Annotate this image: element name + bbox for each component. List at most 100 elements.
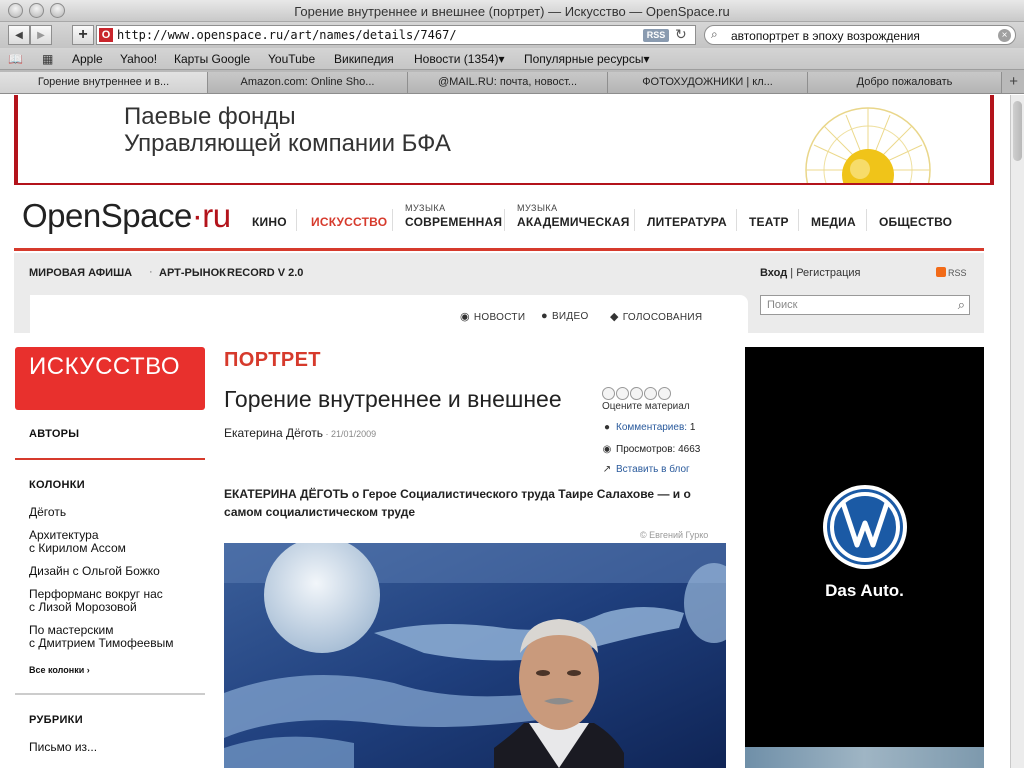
- banner-text: Паевые фонды Управляющей компании БФА: [124, 103, 451, 157]
- bookmark-youtube[interactable]: YouTube: [268, 52, 315, 66]
- bookmarks-bar: 📖 ▦ Apple Yahoo! Карты Google YouTube Ви…: [0, 48, 1024, 70]
- tab-openspace[interactable]: Горение внутреннее и в...: [0, 72, 208, 93]
- url-text: http://www.openspace.ru/art/names/detail…: [117, 28, 457, 42]
- feature-video[interactable]: ● ВИДЕО: [541, 310, 589, 322]
- sidebar-column-item[interactable]: Перформанс вокруг нас с Лизой Морозовой: [29, 588, 205, 614]
- nav-divider: [736, 209, 737, 231]
- login-links: Вход | Регистрация: [760, 267, 861, 279]
- rss-badge-button[interactable]: RSS: [643, 29, 669, 42]
- bookmark-popular[interactable]: Популярные ресурсы▾: [524, 52, 650, 66]
- column-line1: Дизайн с Ольгой Божко: [29, 564, 160, 578]
- bookmark-google-maps[interactable]: Карты Google: [174, 52, 250, 66]
- sidebar-columns-title: КОЛОНКИ: [29, 479, 85, 491]
- site-logo[interactable]: OpenSpace·ru: [22, 197, 231, 235]
- tab-welcome[interactable]: Добро пожаловать: [808, 72, 1002, 93]
- views-label: Просмотров:: [616, 444, 676, 455]
- sidebar-authors[interactable]: АВТОРЫ: [29, 428, 79, 440]
- nav-divider: [866, 209, 867, 231]
- article-photo[interactable]: [224, 543, 726, 768]
- sidebar-column-item[interactable]: По мастерским с Дмитрием Тимофеевым: [29, 624, 205, 650]
- tab-mail-ru[interactable]: @MAIL.RU: почта, новост...: [408, 72, 608, 93]
- subnav-art-market[interactable]: АРТ-РЫНОК: [159, 267, 226, 279]
- feature-polls[interactable]: ◆ ГОЛОСОВАНИЯ: [610, 310, 702, 323]
- comments-count: 1: [689, 422, 696, 433]
- clear-search-icon[interactable]: ×: [998, 29, 1011, 42]
- nav-divider: [504, 209, 505, 231]
- forward-button[interactable]: ▶: [30, 25, 52, 45]
- nav-iskusstvo[interactable]: ИСКУССТВО: [311, 215, 387, 229]
- share-icon: ↗: [602, 464, 612, 475]
- browser-toolbar: ◀ ▶ + O http://www.openspace.ru/art/name…: [0, 22, 1024, 48]
- comments-label[interactable]: Комментариев:: [616, 422, 687, 433]
- rating-star-icon[interactable]: [630, 387, 643, 400]
- feature-polls-label: ГОЛОСОВАНИЯ: [622, 312, 703, 323]
- site-search-icon[interactable]: ⌕: [958, 297, 965, 313]
- reload-icon[interactable]: ↻: [675, 26, 687, 43]
- article-rubric[interactable]: ПОРТРЕТ: [224, 349, 321, 372]
- article-author[interactable]: Екатерина Дёготь: [224, 426, 323, 440]
- back-button[interactable]: ◀: [8, 25, 30, 45]
- rss-link[interactable]: RSS: [936, 267, 967, 278]
- nav-divider: [392, 209, 393, 231]
- sidebar-divider: [15, 458, 205, 460]
- vertical-scrollbar[interactable]: [1010, 95, 1024, 768]
- rating-star-icon[interactable]: [644, 387, 657, 400]
- site-search-placeholder: Поиск: [767, 299, 798, 311]
- banner-line-2: Управляющей компании БФА: [124, 130, 451, 157]
- sidebar-column-item[interactable]: Архитектура с Кирилом Ассом: [29, 529, 205, 555]
- register-link[interactable]: Регистрация: [796, 267, 860, 279]
- top-banner-ad[interactable]: Паевые фонды Управляющей компании БФА: [14, 95, 994, 185]
- rating-star-icon[interactable]: [616, 387, 629, 400]
- tab-photo[interactable]: ФОТОХУДОЖНИКИ | кл...: [608, 72, 808, 93]
- address-bar[interactable]: O http://www.openspace.ru/art/names/deta…: [96, 25, 696, 45]
- rating-star-icon[interactable]: [602, 387, 615, 400]
- nav-akademicheskaya[interactable]: АКАДЕМИЧЕСКАЯ: [517, 215, 630, 229]
- tab-bar: Горение внутреннее и в... Amazon.com: On…: [0, 70, 1024, 94]
- sidebar-divider: [15, 693, 205, 695]
- bookmark-apple[interactable]: Apple: [72, 52, 103, 66]
- web-page: Паевые фонды Управляющей компании БФА Op…: [0, 95, 1010, 768]
- embed-blog-link[interactable]: Вставить в блог: [616, 464, 690, 475]
- new-tab-icon[interactable]: +: [1009, 73, 1018, 90]
- comment-icon: ●: [603, 422, 611, 433]
- feature-news[interactable]: ◉ НОВОСТИ: [460, 310, 525, 323]
- subnav-separator: ·: [149, 266, 153, 278]
- subnav-record[interactable]: RECORD V 2.0: [227, 267, 303, 279]
- nav-media[interactable]: МЕДИА: [811, 215, 856, 229]
- add-bookmark-button[interactable]: +: [72, 25, 94, 45]
- section-title-tile[interactable]: ИСКУССТВО: [15, 347, 205, 410]
- nav-kino[interactable]: КИНО: [252, 215, 287, 229]
- photo-credit: © Евгений Гурко: [640, 530, 709, 540]
- nav-obshchestvo[interactable]: ОБЩЕСТВО: [879, 215, 952, 229]
- feature-video-label: ВИДЕО: [551, 311, 589, 322]
- book-icon[interactable]: 📖: [8, 52, 23, 66]
- sidebar-rubric-item[interactable]: Письмо из...: [29, 741, 205, 754]
- subnav-afisha[interactable]: МИРОВАЯ АФИША: [29, 267, 132, 279]
- tab-amazon[interactable]: Amazon.com: Online Sho...: [208, 72, 408, 93]
- nav-teatr[interactable]: ТЕАТР: [749, 215, 789, 229]
- bookmark-news[interactable]: Новости (1354)▾: [414, 52, 505, 66]
- article-byline: Екатерина Дёготь · 21/01/2009: [224, 426, 377, 440]
- login-separator: |: [787, 267, 797, 279]
- rating-star-icon[interactable]: [658, 387, 671, 400]
- comments-meta[interactable]: ● Комментариев: 1: [602, 422, 695, 433]
- bookmark-yahoo[interactable]: Yahoo!: [120, 52, 157, 66]
- views-count: 4663: [678, 444, 701, 455]
- nav-sovremennaya[interactable]: СОВРЕМЕННАЯ: [405, 215, 502, 229]
- column-line2: с Кирилом Ассом: [29, 541, 126, 555]
- site-search-input[interactable]: Поиск ⌕: [760, 295, 970, 315]
- nav-literatura[interactable]: ЛИТЕРАТУРА: [647, 215, 727, 229]
- scroll-thumb[interactable]: [1013, 101, 1022, 161]
- blog-meta[interactable]: ↗ Вставить в блог: [602, 464, 690, 475]
- sidebar-column-item[interactable]: Дизайн с Ольгой Божко: [29, 565, 205, 578]
- browser-search-field[interactable]: ⌕ автопортрет в эпоху возрождения ×: [704, 25, 1016, 45]
- login-link[interactable]: Вход: [760, 267, 787, 279]
- all-columns-link[interactable]: Все колонки ›: [29, 665, 90, 675]
- window-title: Горение внутреннее и внешнее (портрет) —…: [294, 4, 730, 19]
- bookmark-wikipedia[interactable]: Википедия: [334, 52, 394, 66]
- logo-main: OpenSpace: [22, 197, 192, 234]
- vw-ad[interactable]: Das Auto.: [745, 347, 984, 747]
- grid-icon[interactable]: ▦: [42, 52, 53, 66]
- logo-suffix: ·ru: [191, 197, 231, 234]
- sidebar-column-item[interactable]: Дёготь: [29, 506, 205, 519]
